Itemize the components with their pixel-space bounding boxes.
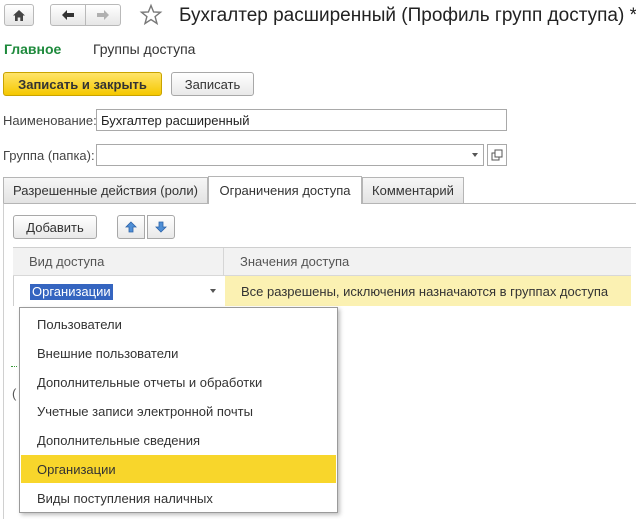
name-input[interactable]: Бухгалтер расширенный (96, 109, 507, 131)
arrow-left-icon (62, 10, 74, 20)
access-values-cell[interactable]: Все разрешены, исключения назначаются в … (225, 276, 631, 306)
save-and-close-button[interactable]: Записать и закрыть (3, 72, 162, 96)
hidden-text-fragment (11, 366, 17, 370)
arrow-up-icon (125, 221, 137, 233)
access-table-header: Вид доступа Значения доступа (13, 247, 631, 276)
home-icon (13, 9, 25, 21)
column-header-access-values[interactable]: Значения доступа (240, 254, 349, 269)
dropdown-item-users[interactable]: Пользователи (21, 310, 336, 338)
chevron-down-icon (472, 153, 478, 157)
window-title: Бухгалтер расширенный (Профиль групп дос… (179, 5, 636, 26)
column-header-access-kind[interactable]: Вид доступа (29, 254, 104, 269)
tab-allowed-actions[interactable]: Разрешенные действия (роли) (3, 177, 208, 203)
hidden-text-fragment: ( (12, 386, 17, 401)
access-values-text: Все разрешены, исключения назначаются в … (241, 284, 609, 299)
add-button[interactable]: Добавить (13, 215, 97, 239)
tab-access-restrictions[interactable]: Ограничения доступа (208, 176, 362, 204)
star-icon (139, 3, 163, 26)
group-open-button[interactable] (487, 144, 507, 166)
move-down-button[interactable] (147, 215, 175, 239)
access-kind-dropdown-list[interactable]: Пользователи Внешние пользователи Дополн… (19, 307, 338, 513)
chevron-down-icon[interactable] (210, 289, 216, 293)
group-input[interactable] (96, 144, 484, 166)
tab-comment[interactable]: Комментарий (362, 177, 464, 203)
forward-button[interactable] (85, 4, 121, 26)
open-form-icon (491, 149, 503, 161)
section-access-groups-link[interactable]: Группы доступа (93, 41, 195, 57)
column-divider (223, 248, 224, 276)
home-button[interactable] (4, 4, 34, 26)
dropdown-item-email-accounts[interactable]: Учетные записи электронной почты (21, 397, 336, 425)
back-button[interactable] (50, 4, 86, 26)
save-button[interactable]: Записать (171, 72, 254, 96)
section-main-link[interactable]: Главное (4, 41, 61, 57)
move-up-button[interactable] (117, 215, 145, 239)
arrow-right-icon (97, 10, 109, 20)
dropdown-item-additional-reports[interactable]: Дополнительные отчеты и обработки (21, 368, 336, 396)
favorite-star-button[interactable] (139, 3, 163, 27)
group-label: Группа (папка): (3, 148, 95, 163)
table-row[interactable]: Организации Все разрешены, исключения на… (13, 276, 631, 306)
group-dropdown-button[interactable] (466, 145, 483, 165)
name-label: Наименование: (3, 113, 97, 128)
access-kind-value[interactable]: Организации (30, 284, 113, 300)
dropdown-item-additional-info[interactable]: Дополнительные сведения (21, 426, 336, 454)
dropdown-item-cash-receipt-types[interactable]: Виды поступления наличных (21, 484, 336, 512)
dropdown-item-external-users[interactable]: Внешние пользователи (21, 339, 336, 367)
dropdown-item-organizations[interactable]: Организации (21, 455, 336, 483)
access-kind-cell[interactable]: Организации (13, 276, 225, 306)
arrow-down-icon (155, 221, 167, 233)
